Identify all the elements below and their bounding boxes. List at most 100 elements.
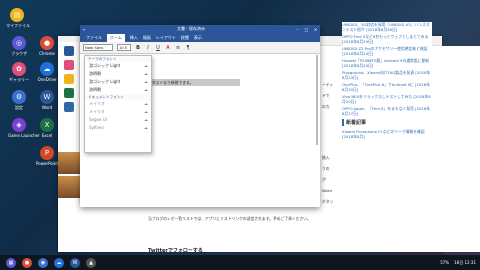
taskbar-app-icon[interactable]: ▦	[6, 257, 16, 268]
back-icon[interactable]: ←	[80, 27, 89, 32]
desktop-app-icon[interactable]: X Excel	[36, 118, 58, 138]
font-option[interactable]: 游ゴシック Light ☁	[85, 62, 151, 70]
app-label: Game Launcher	[8, 133, 40, 138]
blog-sidebar: UMIDIGI、5G対応を採用『UMIDIGI A3』ハンズオンテスト紹介 [2…	[342, 22, 432, 232]
font-option[interactable]: 游ゴシック Light ☁	[85, 78, 151, 86]
blog-article-link[interactable]: Xiaomi Pocophone F1などのリーク情報を確認 [2018年8月]	[342, 129, 432, 139]
align-icon[interactable]: ≡	[175, 45, 181, 51]
ribbon-toolbar: Noto Sans 10.5 B I U A ≡ ¶	[80, 42, 320, 54]
cloud-icon: ☁	[144, 71, 148, 76]
font-option[interactable]: 游明朝 ☁	[85, 86, 151, 94]
blog-article-link[interactable]: UMIDIGI Z2 Proのアクセサリー使用感比較と検証 [2018年8月24…	[342, 46, 432, 56]
blog-article-link[interactable]: OPPO Find Xなど8台もっとウェブとしまとてみる [2018年8月29日…	[342, 34, 432, 44]
document-title: 文書 - 保存済み	[177, 26, 205, 31]
close-icon[interactable]: ✕	[311, 27, 320, 32]
font-dropdown: テーマのフォント 游ゴシック Light ☁ 游明朝 ☁ 游ゴシック Light ☁ 游明朝…	[84, 55, 152, 153]
app-label: OneDrive	[37, 77, 57, 82]
blog-article-link[interactable]: UMIDIGI、5G対応を採用『UMIDIGI A3』ハンズオンテスト紹介 [2…	[342, 22, 432, 32]
excel-shortcut-icon[interactable]	[63, 88, 74, 98]
minimize-icon[interactable]: –	[293, 27, 302, 32]
font-option-label: 游ゴシック Light	[89, 79, 121, 84]
edge-panel	[58, 42, 82, 202]
app-glyph-icon: ⚙	[12, 90, 26, 104]
taskbar-app-icon[interactable]: ▲	[86, 257, 96, 268]
font-option[interactable]: 游明朝 ☁	[85, 70, 151, 78]
word-titlebar: ← 文書 - 保存済み – □ ✕	[80, 25, 320, 33]
ribbon-tab[interactable]: ホーム	[107, 33, 125, 42]
app-glyph-icon: ✿	[12, 62, 26, 76]
blog-article-link[interactable]: OPPO Japan、「Find X」をまもなく発売 [2018年8月17日]	[342, 106, 432, 116]
desktop-app-icon[interactable]: ▤ マイファイル	[6, 8, 30, 28]
italic-icon[interactable]: I	[145, 45, 151, 51]
app-label: 設定	[15, 105, 23, 110]
app-glyph-icon: ☁	[40, 62, 54, 76]
taskbar-app-icon[interactable]: ◉	[38, 257, 48, 268]
twitter-follow-heading[interactable]: Twitterでフォローする	[148, 247, 203, 254]
taskbar-app-icon[interactable]: ☁	[54, 257, 64, 268]
taskbar-app-icons: ▦ ● ◉ ☁ W ▲	[0, 257, 96, 268]
font-name-box[interactable]: Noto Sans	[83, 44, 113, 51]
taskbar-app-icon[interactable]: W	[70, 257, 80, 268]
cloud-icon: ☁	[144, 125, 148, 130]
blog-article-link[interactable]: Vivo NEXをリラックスしテストしてみた [2018年8月20日]	[342, 94, 432, 104]
cloud-icon: ☁	[144, 101, 148, 106]
desktop-app-icon[interactable]: ◎ ブラウザ	[8, 36, 30, 56]
desktop-app-icon[interactable]: ◈ Game Launcher	[8, 118, 40, 138]
app-glyph-icon: ◎	[12, 36, 26, 50]
app-label: PowerPoint	[36, 161, 59, 166]
font-color-icon[interactable]: A	[165, 45, 171, 51]
ribbon-tab[interactable]: レイアウト	[156, 35, 176, 41]
word-shortcut-icon[interactable]	[63, 46, 74, 56]
bold-icon[interactable]: B	[135, 45, 141, 51]
paragraph-icon[interactable]: ¶	[185, 45, 191, 51]
font-option-label: メイリオ	[89, 101, 105, 106]
gallery-shortcut-icon[interactable]	[63, 60, 74, 70]
blog-text-fragment: 挑入	[322, 155, 330, 160]
folder-shortcut-icon[interactable]	[63, 74, 74, 84]
blog-article-list: UMIDIGI、5G対応を採用『UMIDIGI A3』ハンズオンテスト紹介 [2…	[342, 22, 432, 116]
font-option-label: Segoe UI	[89, 117, 107, 122]
blog-article-link[interactable]: Huawei「P20ⅢEFS版」Android 9の通常版に更新 [2018年8…	[342, 58, 432, 68]
underline-icon[interactable]: U	[155, 45, 161, 51]
font-size-box[interactable]: 10.5	[117, 44, 131, 51]
font-option-label: メイリオ	[89, 109, 105, 114]
font-option[interactable]: Segoe UI ☁	[85, 116, 151, 124]
app-label: Word	[41, 105, 53, 110]
blog-article-link[interactable]: OnePlus、「OnePlus 6」でAndroid 9に [2018年8月2…	[342, 82, 432, 92]
ribbon-tab[interactable]: ファイル	[86, 35, 102, 41]
ribbon-tabs: ファイル ホーム 挿入 描画 レイアウト 校閲 表示	[80, 33, 320, 42]
desktop-app-icon[interactable]: ✿ ギャラリー	[8, 62, 30, 82]
cloud-icon: ☁	[144, 63, 148, 68]
desktop-app-icon[interactable]: P PowerPoint	[36, 146, 58, 166]
blog-text-fragment: が	[322, 177, 326, 182]
cloud-icon: ☁	[144, 109, 148, 114]
battery-level: 57%	[440, 260, 450, 265]
app-glyph-icon: X	[40, 118, 54, 132]
ribbon-tab[interactable]: 表示	[194, 35, 202, 41]
cloud-icon: ☁	[144, 87, 148, 92]
desktop-app-icon[interactable]: ☁ OneDrive	[36, 62, 58, 82]
blog-text-fragment: ボタン	[322, 199, 334, 204]
ribbon-tab[interactable]: 挿入	[130, 35, 138, 41]
app-shortcut-icon[interactable]	[63, 102, 74, 112]
app-glyph-icon: ◈	[12, 118, 26, 132]
maximize-icon[interactable]: □	[302, 27, 311, 32]
app-label: ブラウザ	[11, 51, 27, 56]
ribbon-tab[interactable]: 校閲	[181, 35, 189, 41]
blog-article-link[interactable]: Playground、Xiaomi向けFAQ製品を発表 [2018年8月23日]	[342, 70, 432, 80]
thumbnail-image	[58, 176, 82, 198]
desktop-app-icon[interactable]: W Word	[36, 90, 58, 110]
app-label: Chrome	[39, 51, 55, 56]
blog-text-fragment: ーティ	[322, 82, 334, 87]
desktop-app-icon[interactable]: ⚙ 設定	[8, 90, 30, 110]
font-option[interactable]: Sylfaen ☁	[85, 124, 151, 132]
taskbar-app-icon[interactable]: ●	[22, 257, 32, 268]
ribbon-tab[interactable]: 描画	[143, 35, 151, 41]
blog-text-fragment: の力	[322, 104, 330, 109]
cloud-icon: ☁	[144, 79, 148, 84]
font-option[interactable]: メイリオ ☁	[85, 108, 151, 116]
cloud-icon: ☁	[144, 117, 148, 122]
desktop-app-icon[interactable]: ● Chrome	[36, 36, 58, 56]
font-option[interactable]: メイリオ ☁	[85, 100, 151, 108]
scrollbar[interactable]	[316, 55, 318, 145]
